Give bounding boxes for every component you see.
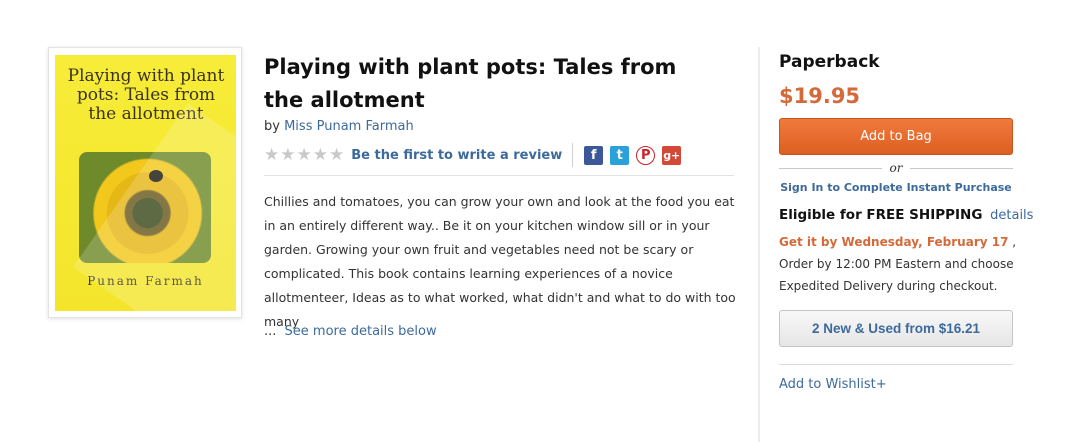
new-used-button[interactable]: 2 New & Used from $16.21	[779, 310, 1013, 347]
shipping-details-link[interactable]: details	[990, 208, 1033, 223]
star-icon: ★	[296, 144, 312, 165]
star-icon: ★	[312, 144, 328, 165]
price: $19.95	[779, 84, 861, 108]
by-label: by	[264, 119, 280, 134]
or-separator: or	[779, 160, 1013, 176]
write-review-link[interactable]: Be the first to write a review	[351, 148, 562, 163]
divider	[910, 167, 1013, 169]
cover-author: Punam Farmah	[87, 274, 204, 288]
product-title: Playing with plant pots: Tales from the …	[264, 55, 677, 112]
divider	[572, 143, 574, 167]
divider	[264, 175, 734, 176]
see-more-row: ... See more details below	[264, 324, 437, 339]
see-more-link[interactable]: See more details below	[285, 324, 437, 339]
pinterest-icon[interactable]: P	[636, 145, 656, 165]
free-shipping: Eligible for FREE SHIPPING details	[779, 207, 1033, 223]
book-cover-image[interactable]: Playing with plant pots: Tales from the …	[55, 55, 236, 311]
star-icon: ★	[280, 144, 296, 165]
bee-graphic	[149, 170, 163, 182]
author-link[interactable]: Miss Punam Farmah	[284, 119, 414, 134]
product-description: Chillies and tomatoes, you can grow your…	[264, 194, 736, 329]
social-share: f t P g+	[584, 145, 682, 165]
delivery-info: Get it by Wednesday, February 17 , Order…	[779, 231, 1029, 297]
rating-row: ★ ★ ★ ★ ★ Be the first to write a review…	[264, 143, 682, 167]
ellipsis: ...	[264, 324, 277, 339]
google-plus-icon[interactable]: g+	[662, 145, 682, 165]
sunflower-photo	[79, 152, 211, 263]
divider	[779, 364, 1013, 365]
book-cover[interactable]: Playing with plant pots: Tales from the …	[48, 47, 242, 318]
twitter-icon[interactable]: t	[610, 145, 630, 165]
delivery-date: Get it by Wednesday, February 17	[779, 235, 1009, 249]
format-label: Paperback	[779, 52, 880, 72]
add-to-bag-button[interactable]: Add to Bag	[779, 118, 1013, 155]
star-rating[interactable]: ★ ★ ★ ★ ★	[264, 144, 345, 165]
free-shipping-text: Eligible for FREE SHIPPING	[779, 207, 983, 223]
cover-title: Playing with plant pots: Tales from the …	[67, 66, 225, 124]
add-to-wishlist-link[interactable]: Add to Wishlist+	[779, 377, 887, 392]
star-icon: ★	[264, 144, 280, 165]
column-divider	[758, 47, 760, 442]
facebook-icon[interactable]: f	[584, 145, 604, 165]
sign-in-link[interactable]: Sign In to Complete Instant Purchase	[779, 181, 1013, 194]
divider	[779, 167, 882, 169]
byline: by Miss Punam Farmah	[264, 119, 414, 134]
star-icon: ★	[329, 144, 345, 165]
or-text: or	[889, 161, 903, 175]
